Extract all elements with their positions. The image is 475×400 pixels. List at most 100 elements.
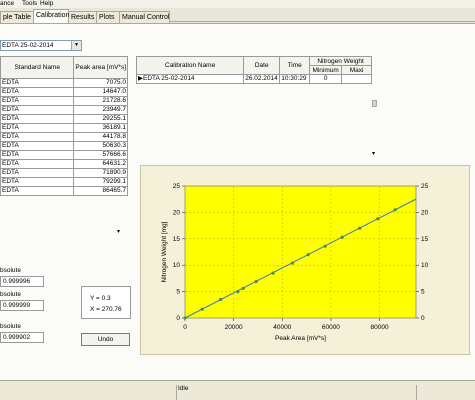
tab-sample-table[interactable]: ple Table bbox=[0, 11, 34, 23]
status-bar: Idle bbox=[0, 380, 475, 400]
column-header-time[interactable]: Time bbox=[279, 56, 311, 75]
peak-area-cell[interactable]: 64631.2 bbox=[73, 159, 128, 169]
data-point[interactable] bbox=[340, 235, 344, 239]
column-header-standard-name[interactable]: Standard Name bbox=[0, 56, 75, 79]
peak-area-cell[interactable]: 14647.0 bbox=[73, 87, 128, 97]
column-header-maximum[interactable]: Maxi bbox=[341, 65, 372, 75]
calibration-max-cell[interactable] bbox=[341, 74, 372, 84]
table-row[interactable]: EDTA 44178.8 bbox=[0, 132, 128, 142]
column-header-calibration-name[interactable]: Calibration Name bbox=[135, 56, 245, 75]
standard-name-cell[interactable]: EDTA bbox=[0, 141, 75, 151]
status-divider bbox=[416, 385, 417, 400]
data-point[interactable] bbox=[271, 271, 275, 275]
fit-stat-label: bsolute bbox=[0, 267, 21, 274]
table-row[interactable]: EDTA 14647.0 bbox=[0, 87, 128, 97]
table-row[interactable]: ▶EDTA 25-02-2014 26.02.2014 10:30:29 0 bbox=[135, 74, 372, 84]
table-row[interactable]: EDTA 71890.9 bbox=[0, 168, 128, 178]
table-row[interactable]: EDTA 7075.0 bbox=[0, 78, 128, 88]
table-row[interactable]: EDTA 64631.2 bbox=[0, 159, 128, 169]
data-point[interactable] bbox=[358, 226, 362, 230]
tab-manual-control[interactable]: Manual Control bbox=[119, 11, 170, 23]
calibrations-table: Calibration Name Date Time Nitrogen Weig… bbox=[135, 56, 372, 84]
menu-item-tools[interactable]: Tools bbox=[22, 0, 37, 8]
data-point[interactable] bbox=[290, 261, 295, 265]
data-point[interactable] bbox=[323, 244, 327, 248]
table-row[interactable]: EDTA 21728.6 bbox=[0, 96, 128, 106]
standard-name-cell[interactable]: EDTA bbox=[0, 150, 75, 160]
column-header-nitrogen-weight[interactable]: Nitrogen Weight bbox=[309, 56, 372, 66]
data-point[interactable] bbox=[241, 286, 245, 291]
calibration-select-value: EDTA 25-02-2014 bbox=[2, 42, 54, 49]
plot-area[interactable] bbox=[184, 185, 417, 319]
standard-name-cell[interactable]: EDTA bbox=[0, 168, 75, 178]
chevron-down-icon[interactable]: ▼ bbox=[71, 41, 81, 50]
data-point[interactable] bbox=[306, 253, 310, 257]
scrollbar-thumb[interactable] bbox=[372, 100, 377, 107]
fit-stat-label: bsolute bbox=[0, 291, 21, 298]
menu-item-maintenance[interactable]: ance bbox=[0, 0, 14, 8]
x-readout: X = 270.76 bbox=[90, 306, 122, 313]
y2-tick-label: 5 bbox=[421, 289, 425, 296]
data-point[interactable] bbox=[376, 217, 380, 221]
standard-name-cell[interactable]: EDTA bbox=[0, 186, 75, 196]
table-row[interactable]: EDTA 29255.1 bbox=[0, 114, 128, 124]
tab-plots[interactable]: Plots bbox=[96, 11, 120, 23]
x-tick-label: 40000 bbox=[273, 324, 291, 331]
table-row[interactable]: EDTA 50630.3 bbox=[0, 141, 128, 151]
column-header-date[interactable]: Date bbox=[243, 56, 281, 75]
peak-area-cell[interactable]: 79299.1 bbox=[73, 177, 128, 187]
tab-results[interactable]: Results bbox=[68, 11, 97, 23]
calibration-select[interactable]: EDTA 25-02-2014 ▼ bbox=[0, 40, 82, 51]
peak-area-cell[interactable]: 71890.9 bbox=[73, 168, 128, 178]
peak-area-cell[interactable]: 57666.6 bbox=[73, 150, 128, 160]
standard-name-cell[interactable]: EDTA bbox=[0, 105, 75, 115]
peak-area-cell[interactable]: 36189.1 bbox=[73, 123, 128, 133]
peak-area-cell[interactable]: 86465.7 bbox=[73, 186, 128, 196]
standard-name-cell[interactable]: EDTA bbox=[0, 87, 75, 97]
data-point[interactable] bbox=[254, 279, 258, 284]
standard-name-cell[interactable]: EDTA bbox=[0, 96, 75, 106]
calibration-time-cell[interactable]: 10:30:29 bbox=[279, 74, 311, 84]
calibration-date-cell[interactable]: 26.02.2014 bbox=[243, 74, 281, 84]
y-tick-label: 5 bbox=[176, 289, 180, 296]
standard-name-cell[interactable]: EDTA bbox=[0, 78, 75, 88]
calibration-name-cell[interactable]: ▶EDTA 25-02-2014 bbox=[135, 74, 245, 84]
y2-tick-label: 25 bbox=[421, 183, 429, 190]
column-header-minimum[interactable]: Minimum bbox=[309, 65, 343, 75]
table-row[interactable]: EDTA 79299.1 bbox=[0, 177, 128, 187]
undo-button[interactable]: Undo bbox=[81, 333, 130, 346]
x-tick-label: 80000 bbox=[370, 324, 388, 331]
tab-calibration[interactable]: Calibration bbox=[33, 9, 69, 23]
data-point[interactable] bbox=[200, 307, 204, 311]
standard-name-cell[interactable]: EDTA bbox=[0, 132, 75, 142]
peak-area-cell[interactable]: 44178.8 bbox=[73, 132, 128, 142]
standard-name-cell[interactable]: EDTA bbox=[0, 114, 75, 124]
data-point[interactable] bbox=[393, 208, 397, 212]
calibration-min-cell[interactable]: 0 bbox=[309, 74, 343, 84]
peak-area-cell[interactable]: 7075.0 bbox=[73, 78, 128, 88]
status-divider bbox=[176, 385, 177, 400]
standard-name-cell[interactable]: EDTA bbox=[0, 159, 75, 169]
peak-area-cell[interactable]: 21728.6 bbox=[73, 96, 128, 106]
scroll-down-icon[interactable]: ▾ bbox=[372, 150, 375, 157]
table-row[interactable]: EDTA 57666.6 bbox=[0, 150, 128, 160]
data-point[interactable] bbox=[236, 290, 240, 294]
y-readout: Y = 0.3 bbox=[90, 295, 111, 302]
standard-name-cell[interactable]: EDTA bbox=[0, 123, 75, 133]
peak-area-cell[interactable]: 23949.7 bbox=[73, 105, 128, 115]
data-point[interactable] bbox=[183, 316, 187, 320]
table-row[interactable]: EDTA 86465.7 bbox=[0, 186, 128, 196]
data-point[interactable] bbox=[219, 297, 223, 302]
peak-area-cell[interactable]: 29255.1 bbox=[73, 114, 128, 124]
table-row[interactable]: EDTA 23949.7 bbox=[0, 105, 128, 115]
x-tick-label: 0 bbox=[183, 324, 187, 331]
column-header-peak-area[interactable]: Peak area [mV*s] bbox=[73, 56, 128, 79]
table-row[interactable]: EDTA 36189.1 bbox=[0, 123, 128, 133]
peak-area-cell[interactable]: 50630.3 bbox=[73, 141, 128, 151]
menu-bar: ance Tools Help bbox=[0, 0, 475, 8]
menu-item-help[interactable]: Help bbox=[40, 0, 53, 8]
scroll-indicator-icon[interactable]: ▾ bbox=[117, 228, 120, 235]
standard-name-cell[interactable]: EDTA bbox=[0, 177, 75, 187]
standards-table-body: EDTA 7075.0 EDTA 14647.0 EDTA 21728.6 EDTA 2394… bbox=[0, 78, 128, 196]
calibration-chart[interactable]: 0 20000 40000 60000 800000 05 510 1015 1520 2025 2… bbox=[141, 166, 471, 356]
